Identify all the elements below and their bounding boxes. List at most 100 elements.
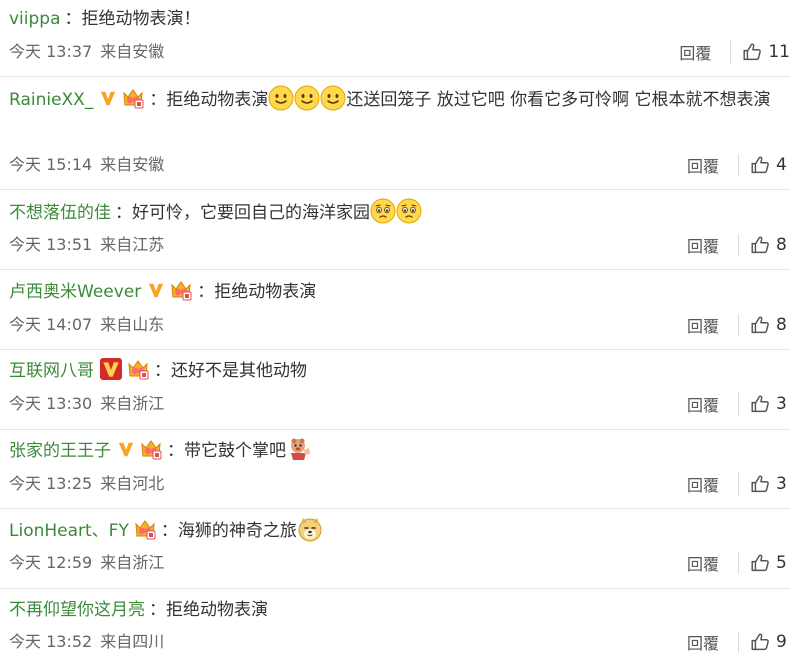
comment-body: 张家的王王子 ：带它鼓个掌吧 [9,434,790,468]
sad-emoji-icon [370,198,396,224]
verified-v-icon [99,89,117,107]
like-count: 3 [776,474,787,494]
comment-actions: 回覆 11 [672,37,790,67]
fan-badge-icon [139,437,163,461]
smile-emoji-icon [268,85,294,111]
reply-button[interactable]: 回覆 [680,313,726,337]
comment-meta: 今天 15:14 来自安徽 [9,154,164,176]
smile-emoji-icon [294,85,320,111]
comment-time: 今天 14:07 [9,315,93,334]
comment-item: 互联网八哥 ：还好不是其他动物 今天 13:30 来自浙江 回覆 3 [0,349,790,430]
comment-colon: ： [167,441,184,461]
reply-button[interactable]: 回覆 [680,551,726,575]
like-button[interactable]: 8 [749,314,790,336]
comment-body: viippa ：拒绝动物表演！ [9,2,790,36]
action-divider [738,552,739,574]
comment-meta: 今天 13:25 来自河北 [9,473,164,495]
comment-actions: 回覆 3 [680,469,790,499]
comment-text: 还好不是其他动物 [171,361,307,381]
verified-v-icon [117,440,135,458]
verified-v-icon [147,281,165,299]
comment-colon: ： [115,203,132,223]
like-button[interactable]: 11 [741,41,790,63]
like-button[interactable]: 9 [749,631,790,653]
comment-text: 拒绝动物表演 [166,600,268,620]
reply-button[interactable]: 回覆 [680,392,726,416]
reply-button[interactable]: 回覆 [672,40,718,64]
like-count: 9 [776,632,787,652]
comment-username[interactable]: 卢西奥米Weever [9,282,141,302]
thumbs-up-icon [741,41,763,63]
doge-emoji-icon [297,516,323,542]
comment-time: 今天 13:52 [9,632,93,651]
comment-item: viippa ：拒绝动物表演！ 今天 13:37 来自安徽 回覆 11 [0,0,790,77]
comment-text: 还送回笼子 放过它吧 你看它多可怜啊 它根本就不想表演 [346,90,771,110]
comment-username[interactable]: viippa [9,9,61,29]
comment-item: 卢西奥米Weever ：拒绝动物表演 今天 14:07 来自山东 回覆 8 [0,269,790,350]
comment-username[interactable]: LionHeart、FY [9,521,129,541]
comment-item: 张家的王王子 ：带它鼓个掌吧 今天 13:25 来自河北 回覆 3 [0,429,790,509]
action-divider [730,41,732,63]
comment-username[interactable]: RainieXX_ [9,90,93,110]
comment-colon: ： [149,600,166,620]
comment-colon: ： [64,9,82,29]
comment-item: RainieXX_ ：拒绝动物表演 还送回笼子 放过它吧 你看它多可怜啊 它根本就不… [0,76,790,190]
fan-badge-icon [121,86,145,110]
reply-button[interactable]: 回覆 [680,233,726,257]
comment-body: 不想落伍的佳 ：好可怜，它要回自己的海洋家园 [9,196,790,230]
like-count: 11 [768,42,790,62]
comment-location: 来自浙江 [100,394,165,413]
sad-emoji-icon [396,198,422,224]
comment-actions: 回覆 9 [680,627,790,657]
like-button[interactable]: 4 [749,154,790,176]
comment-actions: 回覆 8 [680,310,790,340]
comment-location: 来自四川 [100,632,165,651]
comment-time: 今天 13:30 [9,394,93,413]
like-count: 8 [776,235,787,255]
comment-body: LionHeart、FY ：海狮的神奇之旅 [9,514,790,548]
comment-location: 来自安徽 [100,42,165,61]
like-button[interactable]: 8 [749,234,790,256]
fan-badge-icon [126,357,150,381]
comment-username[interactable]: 张家的王王子 [9,441,111,461]
comment-actions: 回覆 3 [680,389,790,419]
reply-button[interactable]: 回覆 [680,630,726,654]
fan-badge-icon [169,278,193,302]
comment-username[interactable]: 不想落伍的佳 [9,203,111,223]
comment-list: viippa ：拒绝动物表演！ 今天 13:37 来自安徽 回覆 11 Rainie… [0,0,810,667]
red-v-badge-icon [100,358,122,380]
clap-emoji-icon [286,436,312,462]
action-divider [738,154,739,176]
comment-location: 来自安徽 [100,155,165,174]
action-divider [738,473,739,495]
comment-username[interactable]: 不再仰望你这月亮 [9,600,145,620]
comment-location: 来自浙江 [100,553,165,572]
comment-time: 今天 13:25 [9,474,93,493]
thumbs-up-icon [749,631,771,653]
comment-username[interactable]: 互联网八哥 [9,361,94,381]
thumbs-up-icon [749,154,771,176]
comment-colon: ： [197,282,215,302]
comment-body: 互联网八哥 ：还好不是其他动物 [9,354,790,388]
action-divider [738,234,739,256]
action-divider [738,314,739,336]
comment-text: 拒绝动物表演 [214,282,317,302]
reply-button[interactable]: 回覆 [680,153,726,177]
like-button[interactable]: 3 [749,393,790,415]
action-divider [738,393,739,415]
comment-item: LionHeart、FY ：海狮的神奇之旅 今天 12:59 来自浙江 回覆 5 [0,508,790,589]
comment-meta: 今天 13:51 来自江苏 [9,234,164,256]
comment-meta: 今天 13:37 来自安徽 [9,41,164,63]
like-button[interactable]: 5 [749,552,790,574]
comment-time: 今天 15:14 [9,155,93,174]
reply-button[interactable]: 回覆 [680,472,726,496]
comment-text: 好可怜，它要回自己的海洋家园 [132,203,370,223]
like-count: 3 [776,394,787,414]
comment-time: 今天 12:59 [9,553,93,572]
thumbs-up-icon [749,473,771,495]
like-button[interactable]: 3 [749,473,790,495]
comment-actions: 回覆 8 [680,230,790,260]
thumbs-up-icon [749,552,771,574]
like-count: 5 [776,553,787,573]
comment-colon: ： [160,521,178,541]
